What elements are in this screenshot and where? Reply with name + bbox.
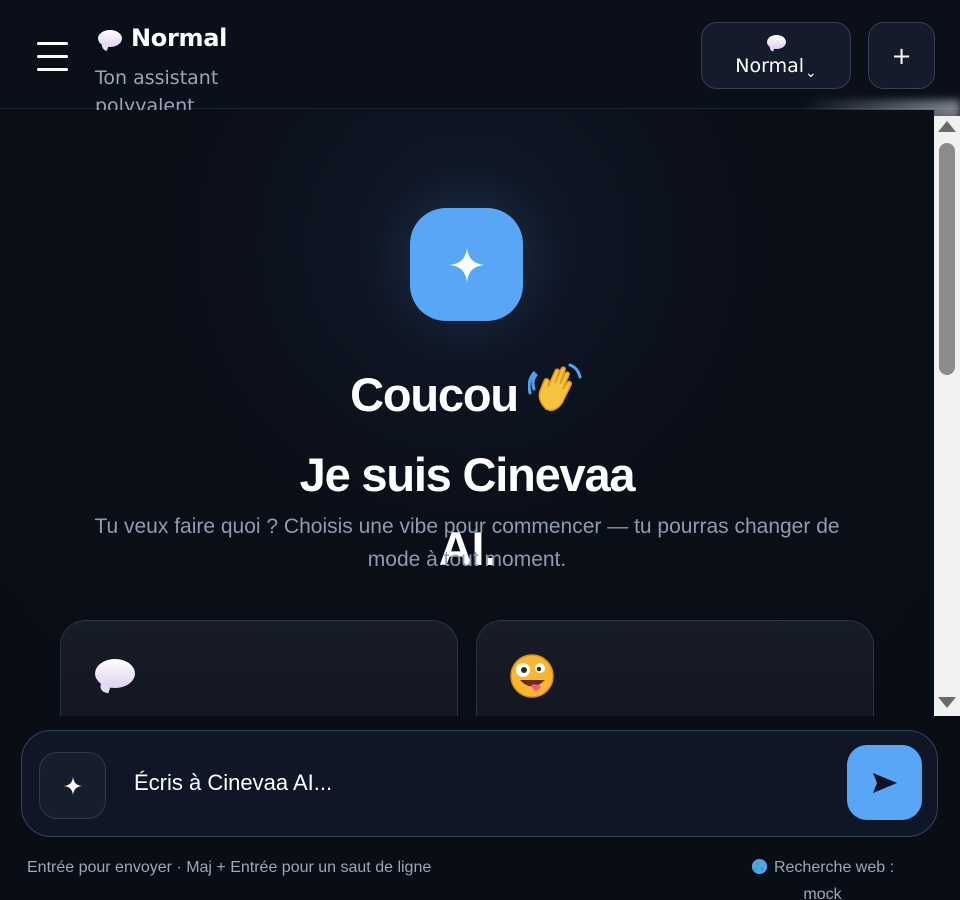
waving-hand-icon: [527, 361, 584, 438]
speech-bubble-icon: [98, 29, 122, 47]
mode-card-normal[interactable]: [60, 620, 458, 716]
mode-title: Normal: [98, 24, 227, 52]
scrollbar-thumb[interactable]: [939, 143, 955, 375]
scroll-up-arrow-icon[interactable]: [934, 116, 960, 136]
chat-area[interactable]: Coucou Je suis Cinevaa AI. Tu veux faire…: [0, 110, 934, 716]
mode-selector-button[interactable]: Normal⌄: [701, 22, 851, 89]
zany-face-icon: [509, 653, 555, 703]
scroll-down-arrow-icon[interactable]: [934, 692, 960, 712]
new-chat-button[interactable]: +: [868, 22, 935, 89]
sparkle-icon: [63, 776, 82, 795]
greeting-line-1: Coucou: [350, 368, 519, 421]
top-bar: Normal Ton assistant polyvalent Normal⌄ …: [0, 0, 960, 117]
scrollbar[interactable]: [934, 116, 960, 716]
menu-icon[interactable]: [37, 40, 69, 72]
composer: [21, 730, 938, 837]
send-icon: [872, 772, 897, 793]
mode-sparkle-button[interactable]: [39, 752, 106, 819]
mode-card-fun[interactable]: [476, 620, 874, 716]
message-input[interactable]: [134, 761, 834, 805]
keyboard-hint: Entrée pour envoyer · Maj + Entrée pour …: [27, 859, 432, 876]
globe-icon: [751, 858, 768, 883]
chevron-down-icon: ⌄: [805, 64, 817, 81]
mode-selector-label: Normal⌄: [735, 54, 817, 81]
sparkle-icon: [449, 247, 484, 282]
speech-bubble-icon: [95, 659, 135, 692]
composer-area: Entrée pour envoyer · Maj + Entrée pour …: [0, 716, 960, 900]
intro-text: Tu veux faire quoi ? Choisis une vibe po…: [94, 515, 840, 571]
send-button[interactable]: [847, 745, 922, 820]
app-logo: [410, 208, 523, 321]
mode-title-label: Normal: [131, 24, 228, 52]
speech-bubble-icon: [766, 34, 786, 49]
web-search-status: Recherche web : mock: [740, 856, 905, 900]
web-search-status-label: Recherche web : mock: [773, 859, 895, 900]
